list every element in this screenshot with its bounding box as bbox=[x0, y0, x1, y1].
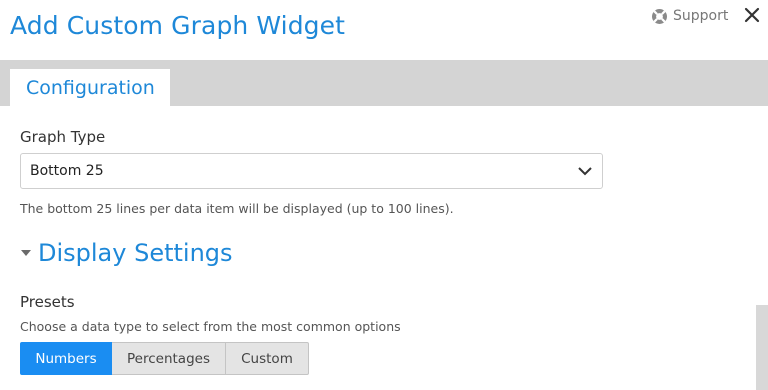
dialog-title: Add Custom Graph Widget bbox=[10, 11, 346, 40]
dialog-header: Add Custom Graph Widget Support bbox=[0, 0, 768, 60]
graph-type-value: Bottom 25 bbox=[30, 163, 104, 179]
presets-help: Choose a data type to select from the mo… bbox=[20, 319, 401, 334]
display-settings-toggle[interactable]: Display Settings bbox=[20, 239, 233, 267]
close-button[interactable] bbox=[742, 5, 762, 25]
tab-configuration[interactable]: Configuration bbox=[10, 69, 170, 106]
caret-down-icon bbox=[20, 247, 32, 259]
custom-button[interactable]: Custom bbox=[226, 342, 309, 375]
support-label: Support bbox=[673, 8, 729, 24]
graph-type-help: The bottom 25 lines per data item will b… bbox=[20, 201, 454, 216]
display-settings-title: Display Settings bbox=[38, 239, 233, 267]
presets-label: Presets bbox=[20, 293, 75, 311]
percentages-button[interactable]: Percentages bbox=[112, 342, 226, 375]
lifebuoy-icon bbox=[651, 8, 668, 25]
close-icon bbox=[744, 7, 760, 23]
numbers-button[interactable]: Numbers bbox=[20, 342, 112, 375]
graph-type-label: Graph Type bbox=[20, 128, 106, 146]
presets-button-group: Numbers Percentages Custom bbox=[20, 342, 309, 375]
graph-type-select[interactable]: Bottom 25 bbox=[20, 153, 603, 189]
tab-bar: Configuration bbox=[0, 60, 768, 106]
scrollbar[interactable] bbox=[756, 305, 768, 390]
chevron-down-icon bbox=[577, 164, 593, 178]
support-link[interactable]: Support bbox=[651, 6, 728, 26]
